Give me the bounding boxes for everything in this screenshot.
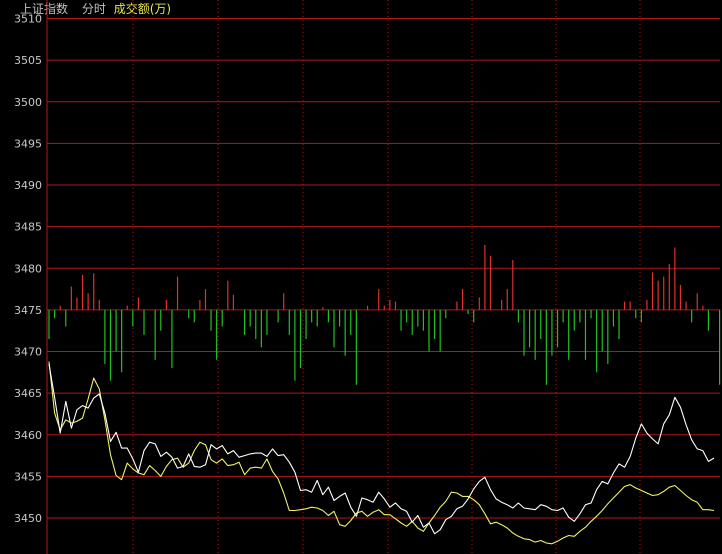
y-tick-label-3460: 3460 (14, 429, 42, 442)
y-tick-label-3450: 3450 (14, 512, 42, 525)
y-tick-label-3485: 3485 (14, 221, 42, 234)
y-tick-label-3495: 3495 (14, 137, 42, 150)
y-tick-label-3470: 3470 (14, 346, 42, 359)
average-price-line (48, 361, 715, 545)
intraday-chart[interactable]: 3510 3505 3500 3495 3490 3485 3480 3475 3470 3465… (0, 0, 722, 554)
y-tick-label-3475: 3475 (14, 304, 42, 317)
y-tick-label-3480: 3480 (14, 262, 42, 275)
price-line (48, 363, 715, 535)
y-tick-label-3490: 3490 (14, 179, 42, 192)
y-tick-label-3465: 3465 (14, 387, 42, 400)
y-tick-label-3505: 3505 (14, 54, 42, 67)
y-tick-label-3510: 3510 (14, 13, 42, 26)
y-tick-label-3455: 3455 (14, 470, 42, 483)
y-tick-label-3500: 3500 (14, 96, 42, 109)
